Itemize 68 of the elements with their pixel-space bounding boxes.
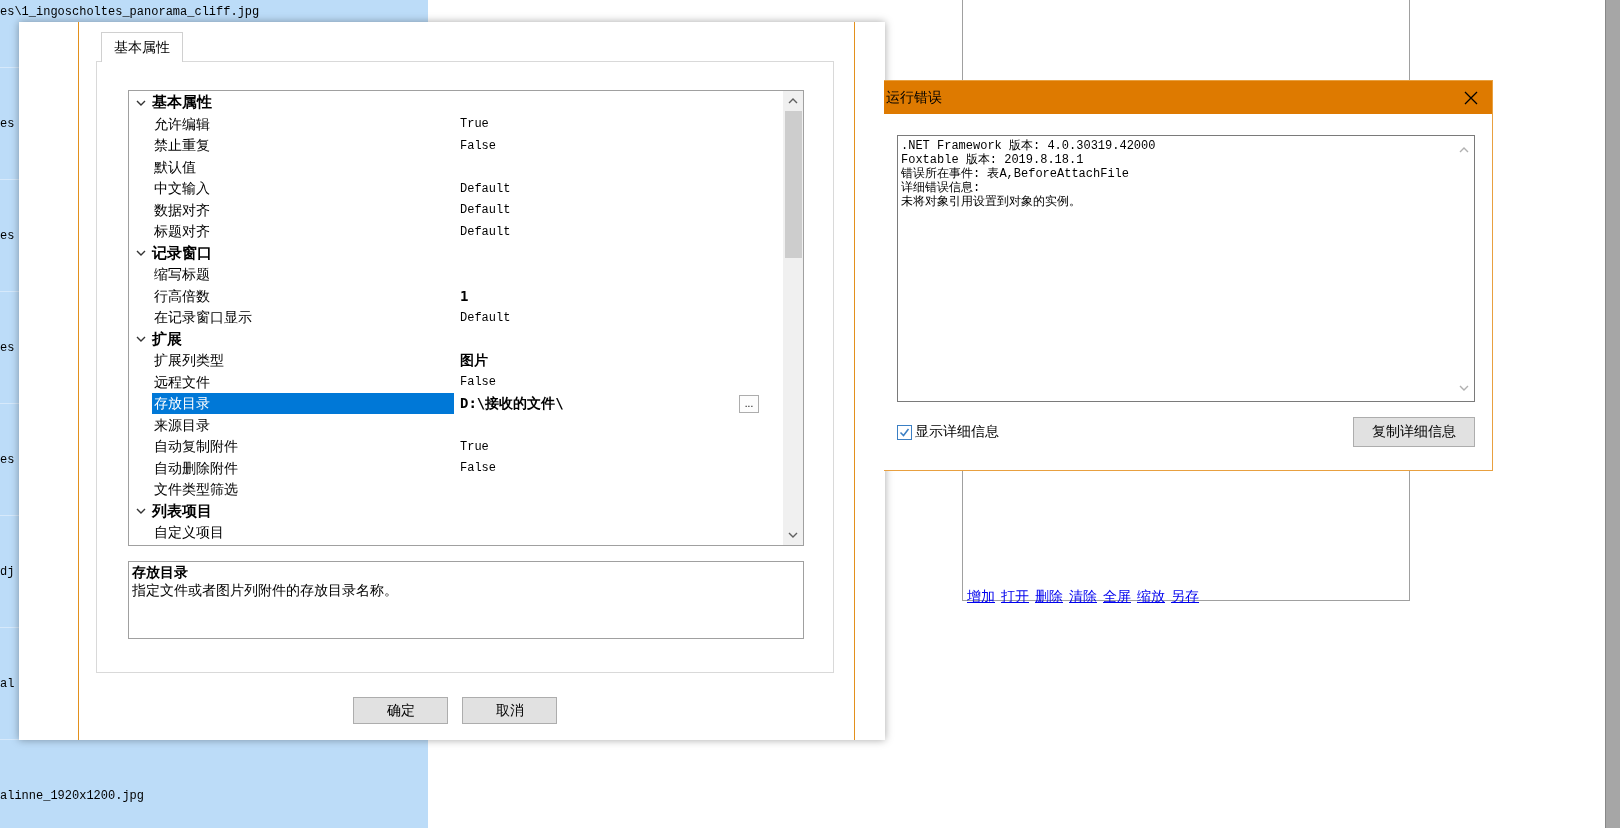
property-value: Default [460, 181, 512, 196]
property-value: 图片 [460, 351, 489, 370]
property-name[interactable]: 自动删除附件 [152, 457, 454, 479]
cancel-button[interactable]: 取消 [462, 697, 557, 724]
property-name[interactable]: 自动复制附件 [152, 436, 454, 458]
scroll-down-icon[interactable] [788, 530, 798, 540]
property-value: True [460, 439, 490, 454]
property-name[interactable]: 数据对齐 [152, 199, 454, 221]
action-link[interactable]: 打开 [1001, 588, 1029, 606]
description-title: 存放目录 [132, 564, 189, 582]
detail-line: 未将对象引用设置到对象的实例。 [901, 195, 1082, 209]
close-icon[interactable] [1464, 90, 1478, 105]
property-value: Default [460, 310, 512, 325]
property-value: 1 [460, 288, 470, 305]
property-name[interactable]: 存放目录 [152, 393, 454, 415]
property-value: Default [460, 203, 512, 218]
property-name[interactable]: 默认值 [152, 156, 454, 178]
property-name[interactable]: 远程文件 [152, 371, 454, 393]
property-name[interactable]: 标题对齐 [152, 221, 454, 243]
property-value: True [460, 117, 490, 132]
checkbox[interactable] [897, 424, 912, 440]
property-name[interactable]: 行高倍数 [152, 285, 454, 307]
file-name[interactable]: dj [0, 564, 15, 579]
copy-button[interactable]: 复制详细信息 [1353, 417, 1475, 447]
file-name[interactable]: al [0, 676, 15, 691]
property-value: False [460, 375, 497, 390]
tab[interactable]: 基本属性 [101, 32, 183, 62]
property-value: D:\接收的文件\ [460, 394, 565, 413]
action-link[interactable]: 增加 [967, 588, 995, 606]
category-label: 记录窗口 [152, 243, 212, 263]
scrollbar[interactable] [1605, 0, 1620, 828]
browse-button[interactable]: ... [739, 394, 759, 413]
property-name[interactable]: 在记录窗口显示 [152, 307, 454, 329]
detail-line: Foxtable 版本: 2019.8.18.1 [901, 153, 1085, 167]
file-name[interactable]: alinne_1920x1200.jpg [0, 788, 145, 803]
property-value: False [460, 461, 497, 476]
action-link[interactable]: 全屏 [1103, 588, 1131, 606]
detail-line: 错误所在事件: 表A,BeforeAttachFile [901, 167, 1131, 181]
category-label: 列表项目 [152, 501, 212, 521]
action-link[interactable]: 删除 [1035, 588, 1063, 606]
property-name[interactable]: 中文输入 [152, 178, 454, 200]
property-name[interactable]: 缩写标题 [152, 264, 454, 286]
property-name[interactable]: 允许编辑 [152, 113, 454, 135]
property-value: False [460, 138, 497, 153]
property-name[interactable]: 扩展列类型 [152, 350, 454, 372]
file-name[interactable]: es [0, 340, 15, 355]
property-value: Default [460, 224, 512, 239]
property-name[interactable]: 文件类型筛选 [152, 479, 454, 501]
scroll-up-icon[interactable] [788, 96, 798, 106]
checkbox-label[interactable]: 显示详细信息 [915, 423, 999, 441]
property-name[interactable]: 自定义项目 [152, 522, 454, 544]
scrollbar[interactable] [783, 91, 803, 545]
detail-line: .NET Framework 版本: 4.0.30319.42000 [901, 139, 1157, 153]
window-title: 运行错误 [886, 88, 942, 107]
file-name[interactable]: es\1_ingoscholtes_panorama_cliff.jpg [0, 5, 260, 19]
category-label: 基本属性 [152, 93, 212, 113]
file-name[interactable]: es [0, 228, 15, 243]
action-link[interactable]: 清除 [1069, 588, 1097, 606]
property-name[interactable]: 来源目录 [152, 414, 454, 436]
category-label: 扩展 [152, 329, 182, 349]
ok-button[interactable]: 确定 [353, 697, 448, 724]
description-text: 指定文件或者图片列附件的存放目录名称。 [132, 582, 399, 600]
detail-line: 详细错误信息: [901, 181, 982, 195]
action-link[interactable]: 另存 [1171, 588, 1199, 606]
action-link[interactable]: 缩放 [1137, 588, 1165, 606]
file-name[interactable]: es [0, 116, 15, 131]
property-name[interactable]: 禁止重复 [152, 135, 454, 157]
file-name[interactable]: es [0, 452, 15, 467]
